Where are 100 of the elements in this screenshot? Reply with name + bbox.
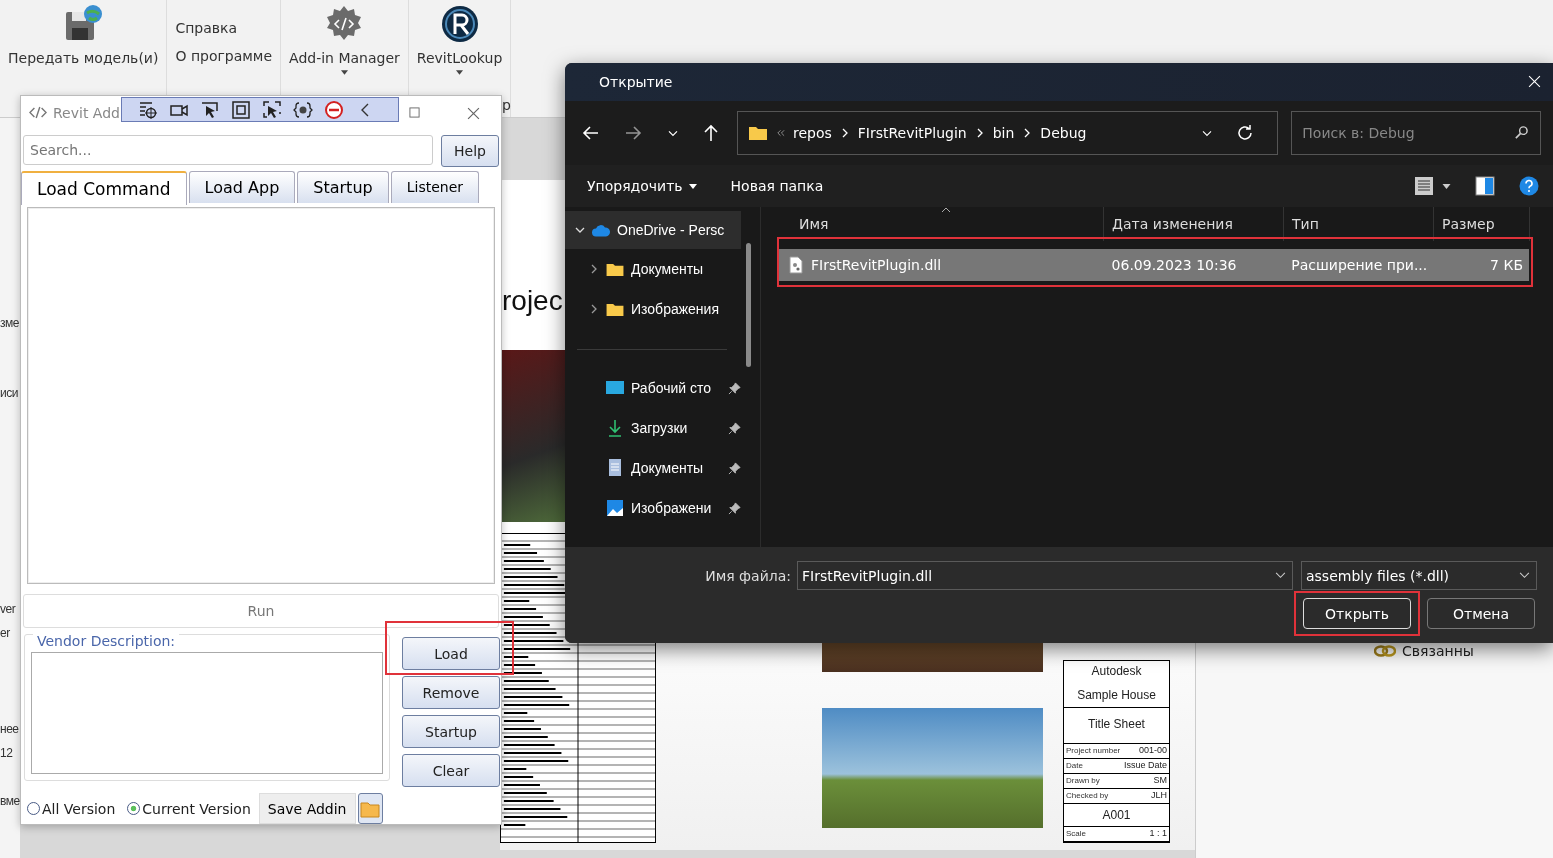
picture-icon [605, 498, 625, 518]
quick-access-item[interactable]: Документы [631, 460, 722, 476]
code-icon [29, 106, 47, 120]
help-icon[interactable] [1519, 176, 1539, 196]
pointer-select-icon[interactable] [200, 99, 220, 120]
ribbon-button[interactable]: Передать модель(и) [8, 0, 159, 66]
chevron-icon[interactable] [589, 304, 599, 314]
save-button[interactable]: Save Addin [258, 793, 356, 824]
help-button[interactable]: Help [441, 134, 499, 167]
field-label: Checked by [1066, 791, 1109, 800]
toolbar-button[interactable]: Упорядочить [585, 178, 699, 194]
action-button[interactable]: Clear [402, 754, 500, 787]
tab[interactable]: Startup [297, 170, 389, 203]
folder-icon [605, 261, 625, 277]
caret-icon[interactable] [1442, 183, 1451, 189]
list-view-icon[interactable] [1414, 176, 1434, 196]
stop-icon[interactable] [324, 99, 344, 120]
breadcrumb-item[interactable]: Debug [1040, 125, 1087, 141]
description-field[interactable] [31, 652, 383, 774]
window-title: Revit Add [53, 104, 120, 121]
maximize-icon[interactable] [409, 107, 420, 118]
pin-icon[interactable] [728, 381, 741, 395]
region-select-icon[interactable] [262, 99, 282, 120]
quick-access-item[interactable]: Рабочий сто [631, 380, 722, 396]
chain-link-icon [1374, 645, 1396, 657]
column-header[interactable]: Имя [779, 207, 1104, 241]
chevron-icon[interactable] [575, 225, 585, 235]
chevron-down-icon[interactable] [1519, 572, 1530, 579]
file-size: 7 КБ [1489, 257, 1524, 273]
nav-item[interactable]: Документы [565, 249, 741, 289]
column-header[interactable]: Дата изменения [1104, 207, 1284, 241]
field-value: Issue Date [1123, 760, 1167, 770]
radio-option[interactable]: All Version [27, 800, 116, 817]
panel-text: er [0, 626, 10, 640]
tab[interactable]: Load Command [21, 170, 187, 205]
sheet-number: A001 [1102, 808, 1131, 822]
search-icon [1514, 125, 1529, 140]
pin-icon[interactable] [728, 421, 741, 435]
folder-icon [605, 301, 625, 317]
dialog-button[interactable]: Открыть [1303, 598, 1411, 629]
field-value: JLH [1151, 790, 1167, 800]
browser-item[interactable]: Связанны [1402, 643, 1474, 659]
action-button[interactable]: Startup [402, 715, 500, 748]
sheet-title: rojec [502, 285, 563, 317]
radio-option[interactable]: Current Version [127, 800, 251, 817]
tab[interactable]: Load App [188, 170, 296, 203]
panel-text: нее [0, 722, 19, 736]
dll-file-icon [789, 256, 803, 274]
breadcrumb-item[interactable]: FIrstRevitPlugin [857, 125, 967, 141]
chevron-down-icon[interactable] [1275, 572, 1286, 579]
chevron-icon[interactable] [589, 264, 599, 274]
file-type-dropdown[interactable]: assembly files (*.dll) [1301, 561, 1537, 590]
file-row[interactable]: FIrstRevitPlugin.dll 06.09.2023 10:36 Расширение при... 7 КБ [779, 249, 1529, 281]
action-button[interactable]: Load [402, 637, 500, 670]
file-name-field[interactable]: FIrstRevitPlugin.dll [797, 561, 1293, 590]
field-label: Project number [1066, 746, 1121, 755]
ribbon-button[interactable]: RevitLookup [416, 0, 503, 75]
file-type: Расширение при... [1290, 257, 1429, 273]
ribbon-link[interactable]: О программе [175, 48, 273, 64]
chevron-right-icon [841, 128, 848, 138]
panel-text: вме [0, 794, 20, 808]
breadcrumb-item[interactable]: repos [792, 125, 832, 141]
quick-access-item[interactable]: Загрузки [631, 420, 722, 436]
cloud-icon [591, 222, 611, 238]
list-target-icon[interactable] [138, 99, 158, 120]
toolbar-button[interactable]: Новая папка [728, 178, 826, 194]
pin-icon[interactable] [728, 461, 741, 475]
double-chevron-icon [775, 129, 785, 137]
search-field[interactable]: Поиск в: Debug [1291, 111, 1541, 155]
run-button[interactable]: Run [23, 594, 499, 628]
project-name: Sample House [1077, 688, 1156, 702]
group-label: Vendor Description: [33, 633, 180, 649]
nav-item[interactable]: Изображения [565, 289, 741, 329]
ribbon-button[interactable]: Add-in Manager [289, 0, 400, 75]
panel-text: зме [0, 316, 19, 330]
folder-button[interactable] [357, 793, 383, 824]
column-header[interactable]: Тип [1284, 207, 1434, 241]
field-label: Scale [1066, 829, 1086, 838]
sheet-name: Title Sheet [1088, 717, 1145, 731]
quick-access-item[interactable]: Изображени [631, 500, 722, 516]
tab[interactable]: Listener [390, 170, 479, 203]
pin-icon[interactable] [728, 501, 741, 515]
address-bar[interactable]: repos FIrstRevitPlugin bin Debug [736, 111, 1279, 155]
field-value: 001-00 [1138, 745, 1167, 755]
field-value: 1 : 1 [1149, 828, 1167, 838]
breadcrumb-item[interactable]: bin [992, 125, 1015, 141]
dialog-button[interactable]: Отмена [1427, 598, 1535, 629]
scrollbar[interactable] [746, 243, 751, 367]
column-header[interactable]: Размер [1434, 207, 1530, 241]
r-logo-icon [439, 4, 480, 44]
ribbon-link[interactable]: Справка [175, 20, 273, 36]
nav-item[interactable]: OneDrive - Persc [565, 211, 741, 249]
field-label: Drawn by [1066, 776, 1100, 785]
file-date: 06.09.2023 10:36 [1110, 257, 1238, 273]
ribbon-label: p [502, 97, 511, 113]
preview-pane-icon[interactable] [1475, 176, 1495, 196]
action-button[interactable]: Remove [402, 676, 500, 709]
chevron-right-icon [1024, 128, 1031, 138]
file-name: FIrstRevitPlugin.dll [811, 257, 942, 273]
square-select-icon[interactable] [231, 99, 251, 120]
